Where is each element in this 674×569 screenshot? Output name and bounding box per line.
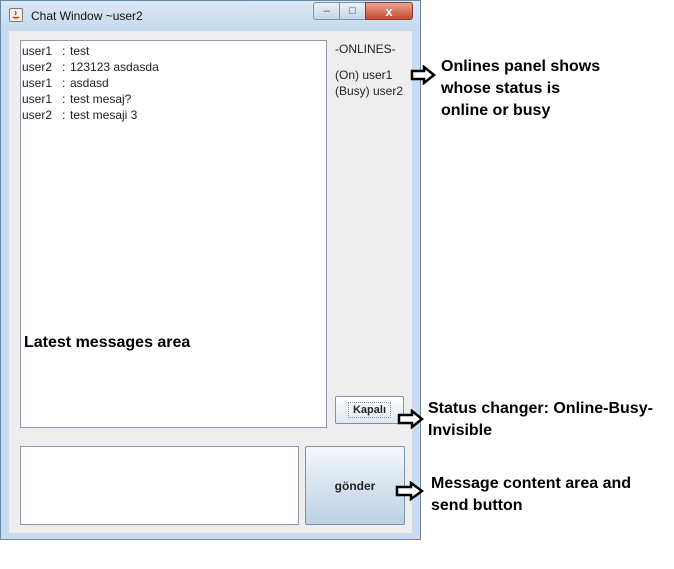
online-user-item: (On) user1 [335, 68, 393, 82]
message-text: test mesaji 3 [70, 108, 138, 122]
chat-window: Chat Window ~user2 – □ x user1 : test us… [0, 0, 421, 540]
annotation-status: Status changer: Online-Busy- Invisible [428, 398, 653, 442]
message-user: user2 [22, 60, 53, 74]
message-separator: : [62, 76, 66, 90]
message-row: user1 : test mesaj? [22, 91, 326, 107]
message-text: 123123 asdasda [70, 60, 159, 74]
message-row: user2 : 123123 asdasda [22, 59, 326, 75]
minimize-button[interactable]: – [313, 2, 340, 20]
close-button[interactable]: x [365, 2, 413, 20]
annotation-line: Message content area and [431, 475, 632, 492]
annotation-line: send button [431, 497, 523, 514]
send-button[interactable]: gönder [305, 446, 405, 525]
annotation-send: Message content area and send button [431, 473, 631, 517]
message-separator: : [62, 108, 66, 122]
message-separator: : [62, 92, 66, 106]
message-text: test [70, 44, 90, 58]
annotation-line: whose status is [441, 80, 561, 97]
maximize-button[interactable]: □ [339, 2, 366, 20]
message-user: user1 [22, 76, 53, 90]
window-title: Chat Window ~user2 [31, 9, 143, 23]
annotation-line: Invisible [428, 422, 493, 439]
message-row: user1 : asdasd [22, 75, 326, 91]
close-icon: x [385, 3, 393, 19]
annotation-onlines: Onlines panel shows whose status is onli… [441, 56, 600, 122]
message-text: test mesaj? [70, 92, 132, 106]
title-bar[interactable]: Chat Window ~user2 – □ x [1, 1, 420, 31]
message-user: user2 [22, 108, 53, 122]
minimize-icon: – [323, 5, 330, 17]
message-user: user1 [22, 44, 53, 58]
message-input[interactable] [20, 446, 299, 525]
status-button-label: Kapalı [347, 402, 391, 418]
maximize-icon: □ [349, 5, 356, 17]
window-content: user1 : test user2 : 123123 asdasda user… [9, 31, 412, 533]
message-separator: : [62, 60, 66, 74]
arrow-right-icon [395, 481, 425, 501]
message-row: user1 : test [22, 43, 326, 59]
message-row: user2 : test mesaji 3 [22, 107, 326, 123]
online-user-item: (Busy) user2 [335, 84, 404, 98]
status-changer-button[interactable]: Kapalı [335, 396, 404, 424]
messages-area[interactable]: user1 : test user2 : 123123 asdasda user… [20, 40, 327, 428]
annotation-line: Status changer: Online-Busy- [428, 400, 653, 417]
message-user: user1 [22, 92, 53, 106]
annotation-line: online or busy [441, 102, 551, 119]
message-separator: : [62, 44, 66, 58]
arrow-right-icon [397, 409, 425, 429]
arrow-right-icon [410, 65, 436, 85]
send-button-label: gönder [334, 478, 376, 493]
annotation-messages: Latest messages area [24, 334, 191, 351]
onlines-title: -ONLINES- [335, 42, 396, 56]
message-text: asdasd [70, 76, 109, 90]
annotation-line: Onlines panel shows [441, 58, 601, 75]
java-app-icon [9, 8, 23, 22]
